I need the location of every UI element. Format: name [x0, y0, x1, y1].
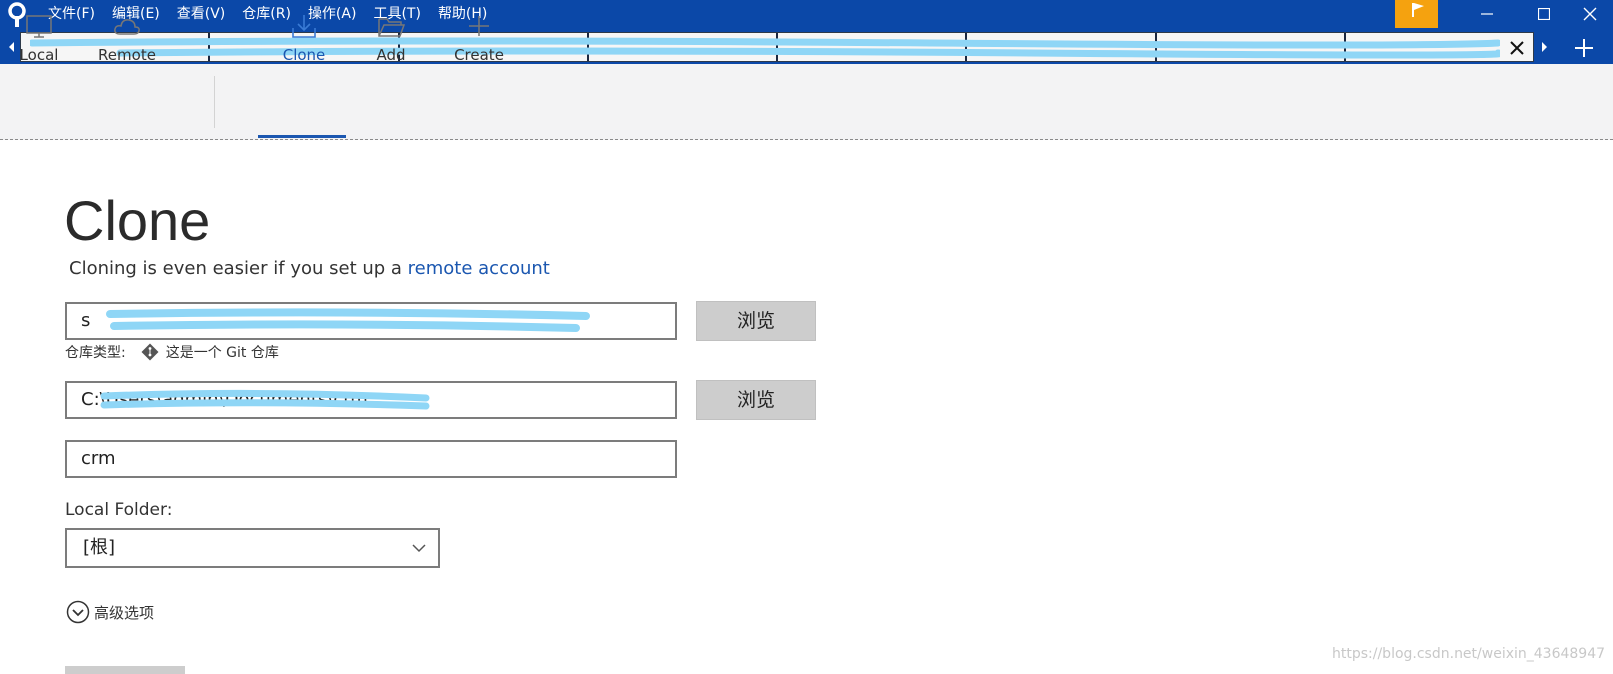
close-window-icon — [1583, 7, 1597, 21]
monitor-icon — [26, 15, 52, 38]
toolbar-separator — [214, 76, 215, 128]
add-tab-plus-icon[interactable] — [1572, 36, 1596, 60]
local-folder-label: Local Folder: — [65, 500, 173, 520]
subtitle: Cloning is even easier if you set up a r… — [69, 258, 550, 279]
folder-open-icon — [378, 18, 406, 37]
redaction-scribble — [100, 389, 430, 410]
menu-view[interactable]: 查看(V) — [177, 0, 226, 30]
maximize-icon — [1538, 8, 1550, 20]
chevron-down-icon — [412, 544, 426, 553]
toolbar-remote-button[interactable]: Remote — [96, 12, 158, 76]
clone-submit-button[interactable] — [65, 666, 185, 674]
repo-type-row: 仓库类型: 这是一个 Git 仓库 — [65, 342, 279, 362]
minimize-icon — [1481, 13, 1493, 15]
flag-icon — [1412, 3, 1424, 17]
minimize-button[interactable] — [1464, 0, 1510, 28]
notification-flag-button[interactable] — [1395, 0, 1438, 28]
toolbar-clone-button[interactable]: Clone — [278, 12, 330, 76]
repo-tab[interactable] — [1157, 33, 1346, 61]
remote-account-link[interactable]: remote account — [408, 258, 550, 279]
toolbar-create-button[interactable]: Create — [454, 12, 504, 76]
title-bar: 文件(F) 编辑(E) 查看(V) 仓库(R) 操作(A) 工具(T) 帮助(H… — [0, 0, 1613, 30]
repo-tab-strip — [0, 30, 1613, 64]
watermark: https://blog.csdn.net/weixin_43648947 — [1332, 646, 1606, 662]
tabs-area — [20, 32, 1534, 62]
cloud-icon — [114, 19, 140, 35]
local-folder-select[interactable]: [根] — [65, 528, 440, 568]
tab-close-icon[interactable] — [1505, 36, 1529, 60]
repo-tab[interactable] — [589, 33, 778, 61]
toolbar-create-label: Create — [454, 46, 504, 64]
advanced-options-toggle[interactable]: 高级选项 — [66, 600, 154, 624]
repo-type-label: 仓库类型: — [65, 345, 126, 361]
download-icon — [292, 15, 316, 38]
name-input[interactable]: crm — [65, 440, 677, 478]
browse-destination-button[interactable]: 浏览 — [696, 380, 816, 420]
toolbar-local-button[interactable]: Local — [18, 12, 60, 76]
maximize-button[interactable] — [1521, 0, 1567, 28]
repo-tab[interactable] — [778, 33, 968, 61]
plus-icon — [469, 16, 489, 36]
subtitle-text: Cloning is even easier if you set up a — [69, 258, 402, 279]
repo-type-value: 这是一个 Git 仓库 — [165, 345, 279, 361]
chevron-down-circle-icon — [66, 600, 90, 624]
redaction-scribble — [106, 308, 590, 332]
local-folder-value: [根] — [83, 537, 116, 558]
browse-source-button[interactable]: 浏览 — [696, 301, 816, 341]
git-icon — [141, 343, 159, 361]
active-tab-indicator — [258, 135, 346, 138]
tab-scroll-left-icon[interactable] — [4, 38, 18, 56]
repo-tab[interactable] — [967, 33, 1157, 61]
toolbar-add-label: Add — [376, 46, 406, 64]
toolbar-clone-label: Clone — [282, 46, 326, 64]
toolbar-remote-label: Remote — [98, 46, 156, 64]
toolbar — [0, 64, 1613, 140]
close-window-button[interactable] — [1567, 0, 1613, 28]
tab-scroll-right-icon[interactable] — [1538, 38, 1552, 56]
toolbar-add-button[interactable]: Add — [370, 12, 412, 76]
page-title: Clone — [64, 189, 211, 252]
toolbar-local-label: Local — [19, 46, 59, 64]
advanced-options-label: 高级选项 — [94, 603, 155, 622]
